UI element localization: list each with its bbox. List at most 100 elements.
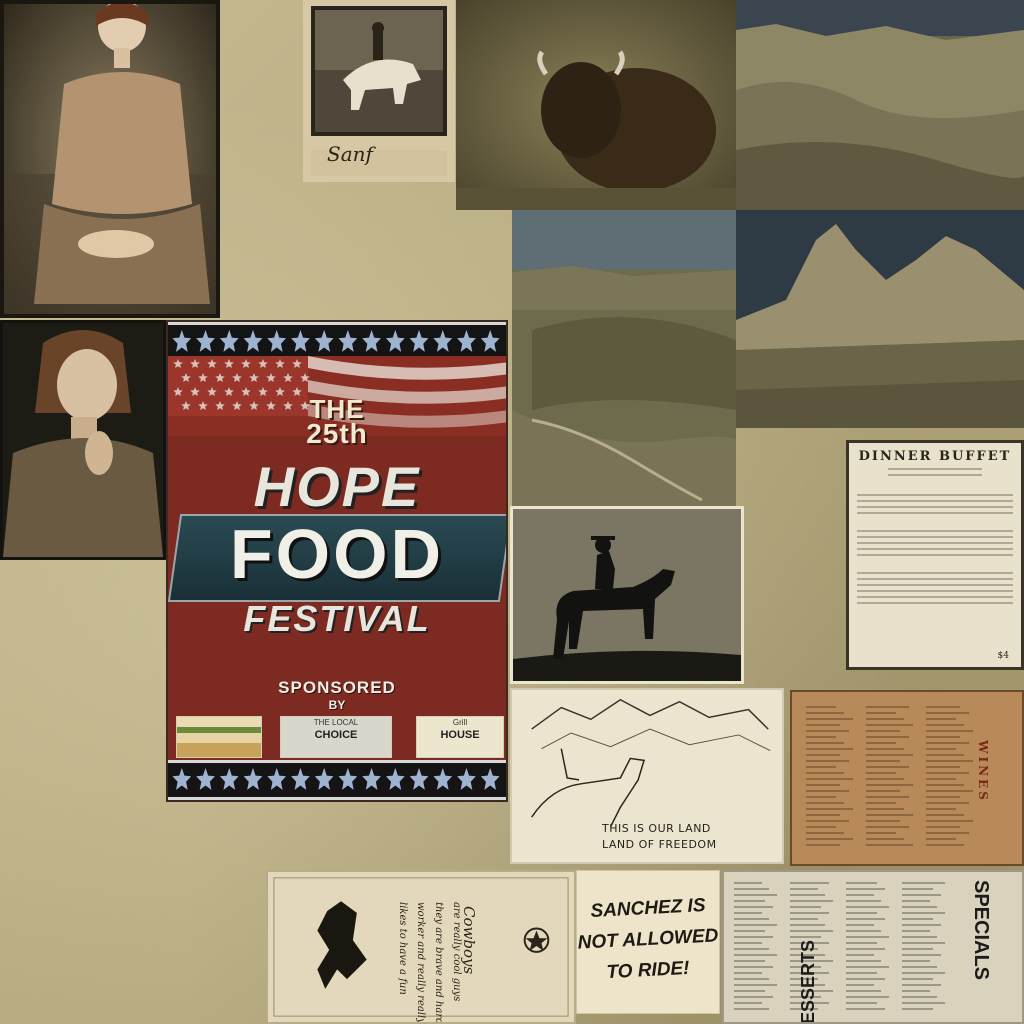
text-line xyxy=(806,724,841,726)
poster-star-icon xyxy=(243,329,263,352)
text-line xyxy=(926,712,969,714)
sanchez-sign: SANCHEZ IS NOT ALLOWED TO RIDE! xyxy=(576,870,720,1014)
text-line xyxy=(734,1008,770,1010)
text-line xyxy=(806,826,836,828)
text-line xyxy=(734,966,774,968)
poster-edition: 25th xyxy=(306,418,368,449)
poster-star-icon xyxy=(314,767,334,790)
text-line xyxy=(846,960,882,962)
sponsor-logo-3-top: Grill xyxy=(452,718,468,727)
text-line xyxy=(734,924,777,926)
text-line xyxy=(790,918,818,920)
text-line xyxy=(790,924,826,926)
poster-festival: FESTIVAL xyxy=(243,598,431,639)
text-line xyxy=(902,954,942,956)
text-line xyxy=(734,930,766,932)
woman-portrait-photo xyxy=(0,0,220,318)
text-line xyxy=(846,954,874,956)
text-line xyxy=(902,924,942,926)
text-line xyxy=(734,972,762,974)
text-line xyxy=(866,718,905,720)
text-line xyxy=(902,894,942,896)
poster-star-icon xyxy=(433,767,453,790)
cowboys-line-1: are really cool guys xyxy=(451,902,462,1002)
text-line xyxy=(866,760,901,762)
text-line xyxy=(806,718,853,720)
text-line xyxy=(926,826,961,828)
poster-hope: HOPE xyxy=(253,455,421,518)
poster-star-icon xyxy=(338,329,358,352)
text-line xyxy=(866,712,896,714)
text-line xyxy=(790,888,818,890)
sponsor-logo-grill-house: Grill HOUSE xyxy=(416,716,504,758)
text-line xyxy=(734,912,762,914)
poster-star-icon xyxy=(291,329,310,352)
text-line xyxy=(866,754,913,756)
cowboys-line-4: likes to have a fun xyxy=(397,902,408,995)
text-line xyxy=(846,1008,886,1010)
text-line xyxy=(846,948,886,950)
text-line xyxy=(846,924,874,926)
sponsor-logo-2-top: THE LOCAL xyxy=(313,718,359,727)
text-line xyxy=(866,730,901,732)
poster-by: BY xyxy=(328,698,346,712)
text-line xyxy=(866,808,905,810)
text-line xyxy=(846,978,886,980)
poster-star-icon xyxy=(291,767,310,790)
poster-star-icon xyxy=(409,329,429,352)
text-line xyxy=(734,894,777,896)
text-line xyxy=(846,966,889,968)
text-line xyxy=(846,882,878,884)
poster-star-icon xyxy=(172,767,192,790)
poster-star-icon xyxy=(219,329,239,352)
text-line xyxy=(902,942,945,944)
text-line xyxy=(846,990,882,992)
text-line xyxy=(926,754,965,756)
sponsor-logo-local-choice: THE LOCAL CHOICE xyxy=(280,716,392,758)
text-line xyxy=(866,826,909,828)
poster-star-icon xyxy=(433,329,453,352)
text-line xyxy=(926,838,956,840)
poster-star-icon xyxy=(243,767,263,790)
text-line xyxy=(902,966,938,968)
text-line xyxy=(790,936,822,938)
text-line xyxy=(902,900,930,902)
text-line xyxy=(806,748,853,750)
poster-star-icon xyxy=(172,329,192,352)
text-line xyxy=(902,1002,945,1004)
text-line xyxy=(926,724,965,726)
text-line xyxy=(926,802,969,804)
text-line xyxy=(926,796,961,798)
poster-star-icon xyxy=(362,767,381,790)
text-line xyxy=(902,930,930,932)
text-line xyxy=(902,936,938,938)
text-line xyxy=(866,838,905,840)
text-line xyxy=(806,766,836,768)
text-line xyxy=(806,754,841,756)
text-line xyxy=(926,790,973,792)
poster-star-icon xyxy=(457,767,476,790)
sponsor-logo-2-main: CHOICE xyxy=(314,729,358,741)
text-line xyxy=(926,832,969,834)
text-line xyxy=(806,736,836,738)
rodeo-signature: Sanf xyxy=(327,142,373,166)
cowboys-note: Cowboys are really cool guys they are br… xyxy=(266,870,576,1024)
text-line xyxy=(734,984,777,986)
text-line xyxy=(902,972,945,974)
text-line xyxy=(734,906,774,908)
sanchez-line-3: TO RIDE! xyxy=(605,957,691,984)
text-line xyxy=(734,888,770,890)
text-line xyxy=(902,888,934,890)
poster-star-icon xyxy=(219,767,239,790)
text-line xyxy=(806,802,845,804)
text-line xyxy=(866,706,909,708)
text-line xyxy=(734,996,774,998)
text-line xyxy=(866,784,913,786)
text-line xyxy=(866,790,901,792)
land-of-freedom-card: THIS IS OUR LAND LAND OF FREEDOM xyxy=(510,688,784,864)
text-line xyxy=(866,766,909,768)
text-line xyxy=(926,760,973,762)
bison-photo xyxy=(456,0,736,210)
text-line xyxy=(806,730,849,732)
text-line xyxy=(734,942,762,944)
